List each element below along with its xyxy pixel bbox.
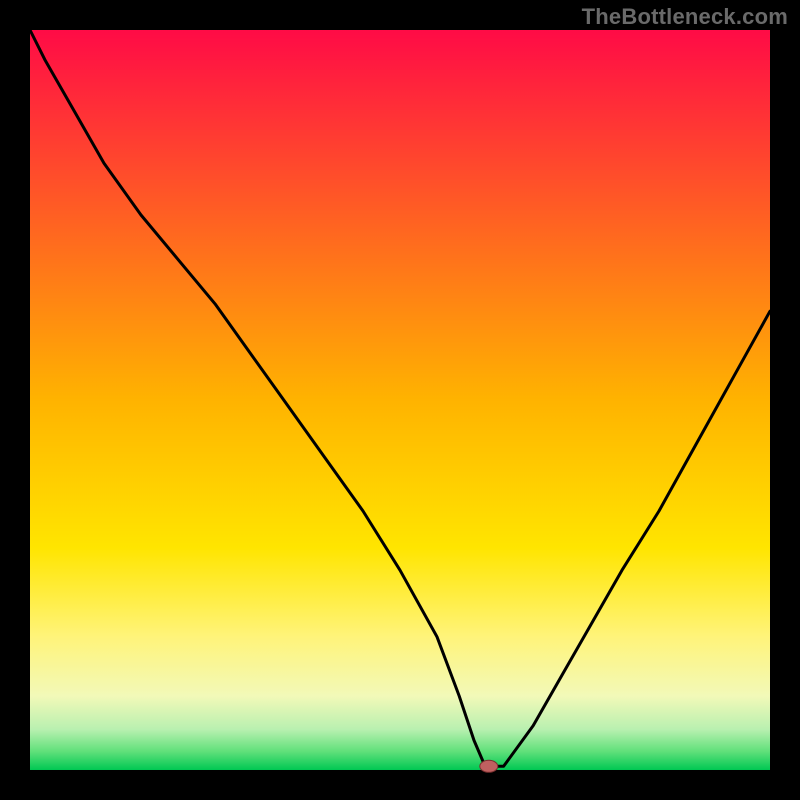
- plot-background: [30, 30, 770, 770]
- chart-svg: [0, 0, 800, 800]
- chart-stage: TheBottleneck.com: [0, 0, 800, 800]
- current-point-marker: [480, 760, 498, 772]
- watermark-text: TheBottleneck.com: [582, 4, 788, 30]
